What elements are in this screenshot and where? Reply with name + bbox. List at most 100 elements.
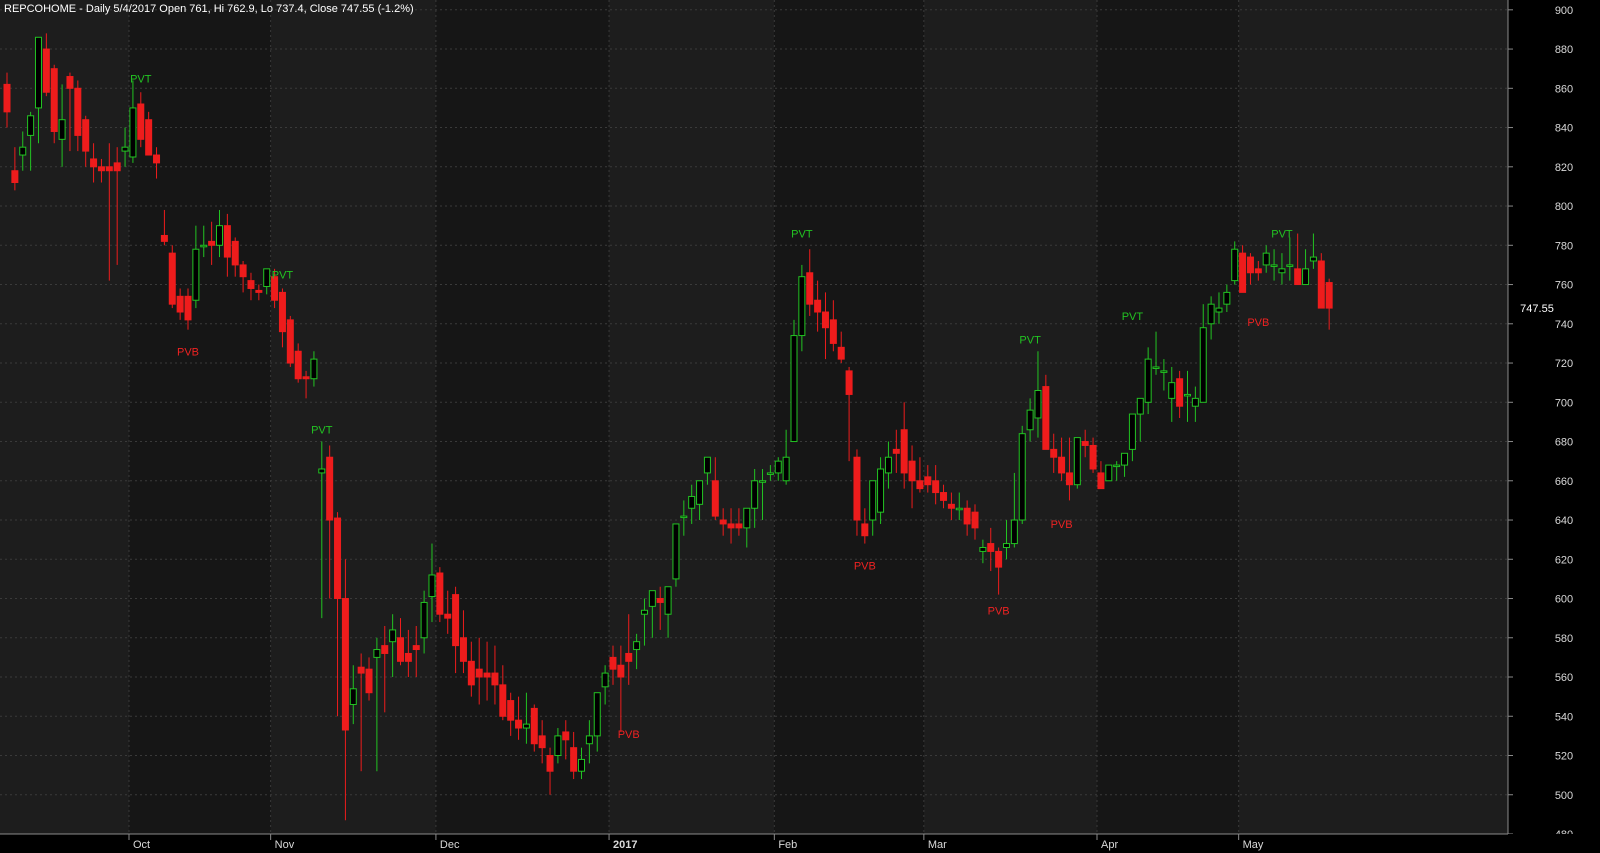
candle-body — [160, 234, 168, 242]
date-tick-label: Oct — [133, 839, 150, 851]
candle-body — [1239, 252, 1247, 293]
candle-body — [3, 83, 11, 113]
candle-body — [570, 747, 578, 772]
candle-body — [1223, 291, 1231, 305]
candle-body — [231, 240, 239, 266]
candle-body — [90, 158, 98, 168]
candle — [1073, 437, 1081, 489]
candle-body — [1042, 386, 1050, 450]
candle-body — [727, 523, 735, 529]
month-band — [923, 0, 1097, 834]
candle-body — [1191, 397, 1199, 407]
candle-body — [664, 586, 672, 615]
price-tick-label: 720 — [1555, 358, 1573, 370]
candle-body — [302, 376, 310, 380]
candle — [790, 319, 798, 443]
candle-body — [1081, 441, 1089, 446]
candle-body — [947, 503, 955, 509]
candle-body — [900, 429, 908, 474]
candle-body — [987, 543, 995, 552]
candle-body — [1097, 472, 1105, 490]
candle-body — [853, 456, 861, 521]
candle — [436, 567, 444, 623]
candle-body — [1317, 260, 1325, 309]
pivot-bottom-label: PVB — [988, 605, 1010, 617]
candle-body — [829, 319, 837, 344]
candle-body — [861, 523, 869, 537]
price-tick-label: 760 — [1555, 280, 1573, 292]
candle-body — [507, 700, 515, 721]
date-tick-label: Dec — [440, 839, 460, 851]
candle-body — [751, 480, 759, 509]
candle-body — [617, 664, 625, 678]
candle-body — [1309, 256, 1317, 262]
month-bands — [0, 0, 1508, 834]
candle-body — [640, 609, 648, 615]
candle-body — [1065, 472, 1073, 486]
candle-body — [522, 723, 530, 729]
candle-body — [672, 523, 680, 580]
candlestick-chart[interactable]: PVTPVBPVTPVTPVBPVTPVBPVBPVTPVBPVTPVBPVT … — [0, 0, 1600, 853]
candle-body — [467, 660, 475, 686]
candle-body — [263, 268, 271, 288]
candle-body — [625, 652, 633, 662]
candle-body — [184, 295, 192, 321]
candle — [168, 245, 176, 309]
candle-body — [916, 480, 924, 490]
candle-body — [1113, 464, 1121, 468]
candle-body — [349, 688, 357, 705]
candle-body — [955, 507, 963, 511]
candle-body — [459, 637, 467, 662]
candle — [1018, 425, 1026, 524]
candle-body — [365, 668, 373, 694]
candle-body — [1278, 268, 1286, 274]
pivot-top-label: PVT — [1019, 334, 1041, 346]
last-price-label: 747.55 — [1520, 303, 1554, 315]
price-tick-label: 900 — [1555, 5, 1573, 17]
candle-body — [601, 672, 609, 688]
candle-body — [703, 456, 711, 474]
candle-body — [546, 755, 554, 772]
pivot-bottom-label: PVB — [854, 560, 876, 572]
price-tick-label: 600 — [1555, 594, 1573, 606]
candle-body — [837, 346, 845, 360]
candle-body — [1105, 464, 1113, 482]
candle-body — [215, 225, 223, 246]
candle-body — [278, 291, 286, 333]
price-tick-label: 700 — [1555, 397, 1573, 409]
candle-body — [1152, 366, 1160, 369]
candle-body — [774, 460, 782, 474]
candle — [1105, 464, 1113, 482]
candle — [286, 315, 294, 367]
candle-body — [412, 645, 420, 651]
pivot-top-label: PVT — [272, 270, 294, 282]
month-band — [609, 0, 775, 834]
candle-body — [310, 358, 318, 380]
candle-body — [74, 87, 82, 136]
candle-body — [1136, 397, 1144, 415]
price-tick-label: 580 — [1555, 633, 1573, 645]
candle-body — [42, 48, 50, 93]
candle-body — [168, 252, 176, 305]
candle-body — [318, 468, 326, 474]
candle-body — [1231, 248, 1239, 282]
candle-body — [1121, 452, 1129, 466]
candle-body — [719, 519, 727, 525]
candle-body — [239, 264, 247, 278]
candle-body — [208, 240, 216, 246]
candle-body — [696, 480, 704, 505]
price-tick-label: 640 — [1555, 515, 1573, 527]
date-tick-label: Feb — [778, 839, 797, 851]
candle-body — [892, 448, 900, 454]
candle-body — [1050, 448, 1058, 458]
candle-body — [247, 280, 255, 289]
pivot-bottom-label: PVB — [1247, 317, 1269, 329]
candle-body — [11, 170, 19, 183]
price-tick-label: 500 — [1555, 790, 1573, 802]
candle-body — [444, 613, 452, 619]
candle-body — [341, 598, 349, 731]
price-tick-label: 620 — [1555, 554, 1573, 566]
candle-body — [1286, 264, 1294, 267]
candle-body — [562, 731, 570, 741]
candle-body — [1002, 543, 1010, 548]
